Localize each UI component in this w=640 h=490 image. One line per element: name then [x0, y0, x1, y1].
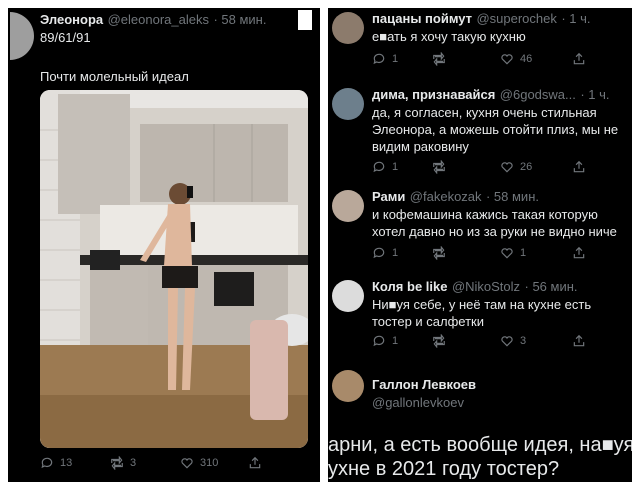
- reply-count: 1: [392, 161, 399, 173]
- author-handle[interactable]: @6godswa...: [500, 87, 576, 102]
- retweet-icon: [433, 52, 445, 66]
- author-name[interactable]: дима, признавайся: [372, 87, 495, 102]
- like-action[interactable]: 26: [500, 160, 532, 174]
- reply-text: да, я согласен, кухня очень стильная Эле…: [372, 105, 619, 154]
- heart-icon: [501, 54, 513, 65]
- share-icon: [573, 160, 585, 173]
- reply-action[interactable]: 13: [40, 456, 72, 470]
- share-action[interactable]: [572, 246, 586, 260]
- author-name[interactable]: Рами: [372, 189, 405, 204]
- reply-count: 1: [392, 335, 399, 347]
- tweet-time[interactable]: · 56 мин.: [525, 279, 578, 294]
- retweet-count: 3: [130, 457, 137, 469]
- avatar[interactable]: [10, 12, 34, 60]
- tweet-header: Элеонора @eleonora_aleks · 58 мин.: [40, 11, 266, 29]
- retweet-icon: [433, 160, 445, 174]
- main-tweet-panel: Элеонора @eleonora_aleks · 58 мин. 89/61…: [8, 8, 320, 482]
- reply-icon: [373, 335, 385, 347]
- like-action[interactable]: 310: [180, 456, 218, 470]
- share-icon: [573, 52, 585, 65]
- tweet-photo[interactable]: [40, 90, 308, 448]
- reply-icon: [373, 247, 385, 259]
- like-count: 46: [520, 53, 533, 65]
- like-action[interactable]: 46: [500, 52, 532, 66]
- author-handle[interactable]: @superochek: [476, 11, 556, 26]
- like-count: 3: [520, 335, 527, 347]
- avatar[interactable]: [332, 190, 364, 222]
- crop-edge: [298, 10, 312, 30]
- like-count: 310: [200, 457, 219, 469]
- share-action[interactable]: [572, 160, 586, 174]
- avatar[interactable]: [332, 12, 364, 44]
- heart-icon: [501, 336, 513, 347]
- reply-text-line-1: арни, а есть вообще идея, на■уя на: [328, 434, 632, 456]
- retweet-icon: [433, 334, 445, 348]
- share-icon: [249, 456, 261, 469]
- tweet-subtitle: 89/61/91: [40, 30, 91, 45]
- retweet-icon: [111, 456, 123, 470]
- reply-count: 13: [60, 457, 73, 469]
- retweet-action[interactable]: 3: [110, 456, 136, 470]
- share-icon: [573, 334, 585, 347]
- replies-panel: пацаны поймут @superochek · 1 ч. е■ать я…: [328, 8, 632, 482]
- reply-text: и кофемашина кажись такая которую хотел …: [372, 207, 617, 239]
- reply-action[interactable]: 1: [372, 334, 398, 348]
- share-action[interactable]: [248, 456, 262, 470]
- avatar[interactable]: [332, 370, 364, 402]
- retweet-action[interactable]: [432, 246, 446, 260]
- retweet-action[interactable]: [432, 52, 446, 66]
- heart-icon: [181, 458, 193, 469]
- heart-icon: [501, 248, 513, 259]
- author-handle[interactable]: @NikoStolz: [452, 279, 520, 294]
- retweet-action[interactable]: [432, 334, 446, 348]
- author-name[interactable]: Галлон Левкоев: [372, 377, 476, 392]
- reply-text: Ни■уя себе, у неё там на кухне есть тост…: [372, 297, 592, 329]
- heart-icon: [501, 162, 513, 173]
- author-handle[interactable]: @gallonlevkoev: [372, 395, 464, 410]
- retweet-icon: [433, 246, 445, 260]
- tweet-time[interactable]: · 58 мин.: [213, 12, 266, 27]
- author-name[interactable]: пацаны поймут: [372, 11, 472, 26]
- share-action[interactable]: [572, 52, 586, 66]
- avatar[interactable]: [332, 280, 364, 312]
- reply-text-line-2: ухне в 2021 году тостер?: [328, 458, 560, 480]
- author-name[interactable]: Коля be like: [372, 279, 447, 294]
- reply-icon: [373, 53, 385, 65]
- reply-count: 1: [392, 53, 399, 65]
- like-count: 26: [520, 161, 533, 173]
- reply-icon: [41, 457, 53, 469]
- kitchen-photo-image: [40, 90, 308, 448]
- tweet-time[interactable]: · 58 мин.: [486, 189, 539, 204]
- reply-action[interactable]: 1: [372, 52, 398, 66]
- tweet-text: Почти молельный идеал: [40, 69, 189, 84]
- author-handle[interactable]: @eleonora_aleks: [108, 12, 209, 27]
- share-action[interactable]: [572, 334, 586, 348]
- reply-action[interactable]: 1: [372, 246, 398, 260]
- retweet-action[interactable]: [432, 160, 446, 174]
- reply-action[interactable]: 1: [372, 160, 398, 174]
- reply-text: е■ать я хочу такую кухню: [372, 29, 526, 44]
- reply-icon: [373, 161, 385, 173]
- reply-count: 1: [392, 247, 399, 259]
- like-action[interactable]: 1: [500, 246, 526, 260]
- author-name[interactable]: Элеонора: [40, 12, 103, 27]
- tweet-time[interactable]: · 1 ч.: [580, 87, 609, 102]
- like-action[interactable]: 3: [500, 334, 526, 348]
- share-icon: [573, 246, 585, 259]
- avatar[interactable]: [332, 88, 364, 120]
- tweet-time[interactable]: · 1 ч.: [561, 11, 590, 26]
- author-handle[interactable]: @fakekozak: [410, 189, 482, 204]
- like-count: 1: [520, 247, 527, 259]
